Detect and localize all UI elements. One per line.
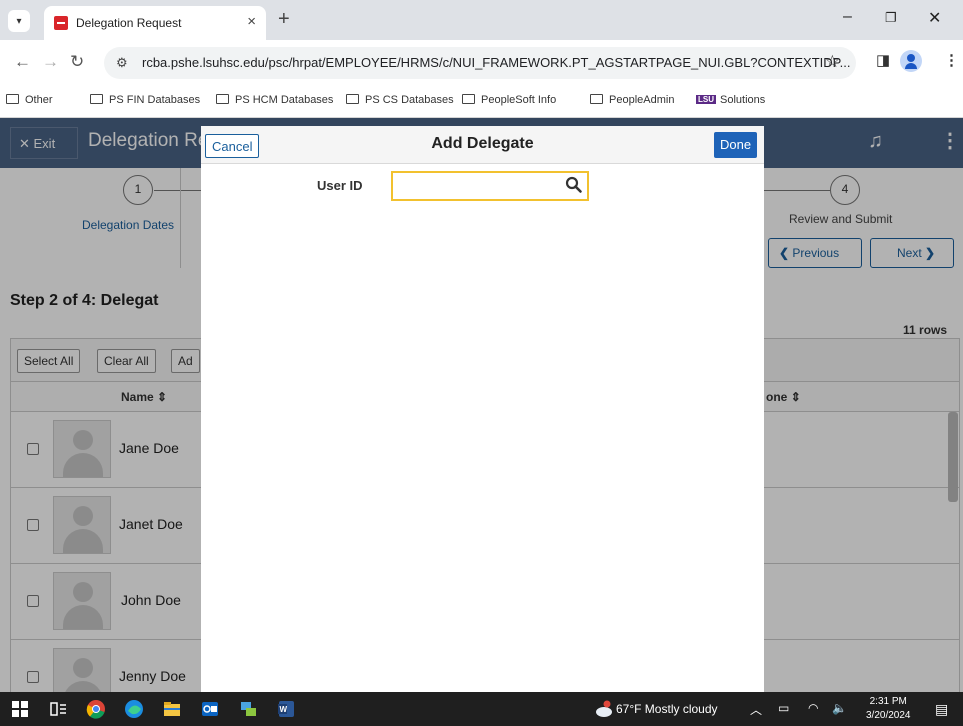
forward-icon[interactable]: → [42,52,59,72]
browser-tab[interactable]: Delegation Request × [44,6,266,40]
restore-icon[interactable]: ❐ [885,10,897,26]
minimize-icon[interactable]: – [843,8,852,26]
tab-title: Delegation Request [76,16,182,30]
weather-cloud-icon[interactable] [594,699,614,719]
chrome-icon[interactable] [86,699,106,719]
weather-text[interactable]: 67°F Mostly cloudy [616,702,718,716]
modal-title: Add Delegate [431,135,534,152]
back-icon[interactable]: ← [14,52,31,72]
clock-time: 2:31 PM [869,696,907,707]
add-delegate-modal: Add Delegate Cancel Done User ID [201,126,764,692]
lsu-logo-icon: LSU [696,95,716,104]
site-info-icon[interactable]: ⚙ [116,55,128,71]
bookmark-folder-ps-hcm[interactable]: PS HCM Databases [216,94,333,106]
folder-icon [462,94,475,104]
folder-icon [216,94,229,104]
bookmark-star-icon[interactable]: ☆ [825,52,840,72]
modal-header: Add Delegate Cancel Done [201,126,764,164]
system-clock[interactable]: 2:31 PM 3/20/2024 [866,695,911,723]
browser-tab-bar: ▾ Delegation Request × + – ❐ ✕ [0,0,963,40]
bookmarks-bar: Other PS FIN Databases PS HCM Databases … [0,86,963,118]
folder-icon [90,94,103,104]
browser-toolbar: ← → ↻ ⚙ rcba.pshe.lsuhsc.edu/psc/hrpat/E… [0,40,963,86]
clock-date: 3/20/2024 [866,710,911,721]
bookmark-folder-peopleadmin[interactable]: PeopleAdmin [590,94,674,106]
show-hidden-icons-icon[interactable]: ︿ [750,701,762,718]
address-bar[interactable]: ⚙ rcba.pshe.lsuhsc.edu/psc/hrpat/EMPLOYE… [104,47,856,79]
new-tab-icon[interactable]: + [278,8,290,31]
network-app-icon[interactable] [238,699,258,719]
bookmark-folder-ps-fin[interactable]: PS FIN Databases [90,94,200,106]
windows-start-icon[interactable] [10,699,30,719]
peoplesoft-favicon-icon [54,16,68,30]
lookup-search-icon[interactable] [565,176,583,194]
volume-icon[interactable]: 🔈 [832,701,847,715]
folder-icon [6,94,19,104]
folder-icon [590,94,603,104]
folder-icon [346,94,359,104]
close-window-icon[interactable]: ✕ [928,8,941,28]
outlook-icon[interactable] [200,699,220,719]
done-button[interactable]: Done [714,132,758,158]
cancel-button[interactable]: Cancel [205,134,260,158]
bookmark-folder-ps-cs[interactable]: PS CS Databases [346,94,454,106]
browser-menu-icon[interactable]: ⋮ [944,51,959,69]
close-tab-icon[interactable]: × [247,13,256,30]
file-explorer-icon[interactable] [162,699,182,719]
wifi-icon[interactable]: ◠ [808,701,818,715]
user-id-label: User ID [317,178,363,193]
windows-taskbar: W 67°F Mostly cloudy ︿ ▭ ◠ 🔈 2:31 PM 3/2… [0,692,963,726]
user-id-input[interactable] [391,171,589,201]
reload-icon[interactable]: ↻ [70,52,84,72]
edge-icon[interactable] [124,699,144,719]
bookmark-folder-peoplesoft-info[interactable]: PeopleSoft Info [462,94,556,106]
bookmark-folder-other[interactable]: Other [6,94,53,106]
url-text[interactable]: rcba.pshe.lsuhsc.edu/psc/hrpat/EMPLOYEE/… [142,55,850,70]
tab-search-button[interactable]: ▾ [8,10,30,32]
word-icon[interactable]: W [276,699,296,719]
battery-icon[interactable]: ▭ [778,701,789,715]
svg-text:W: W [280,705,288,714]
bookmark-solutions[interactable]: LSU Solutions [696,94,765,106]
profile-avatar-icon[interactable] [900,50,922,72]
side-panel-icon[interactable]: ◨ [876,51,890,69]
notifications-icon[interactable]: ▤ [935,701,948,718]
task-view-icon[interactable] [48,699,68,719]
